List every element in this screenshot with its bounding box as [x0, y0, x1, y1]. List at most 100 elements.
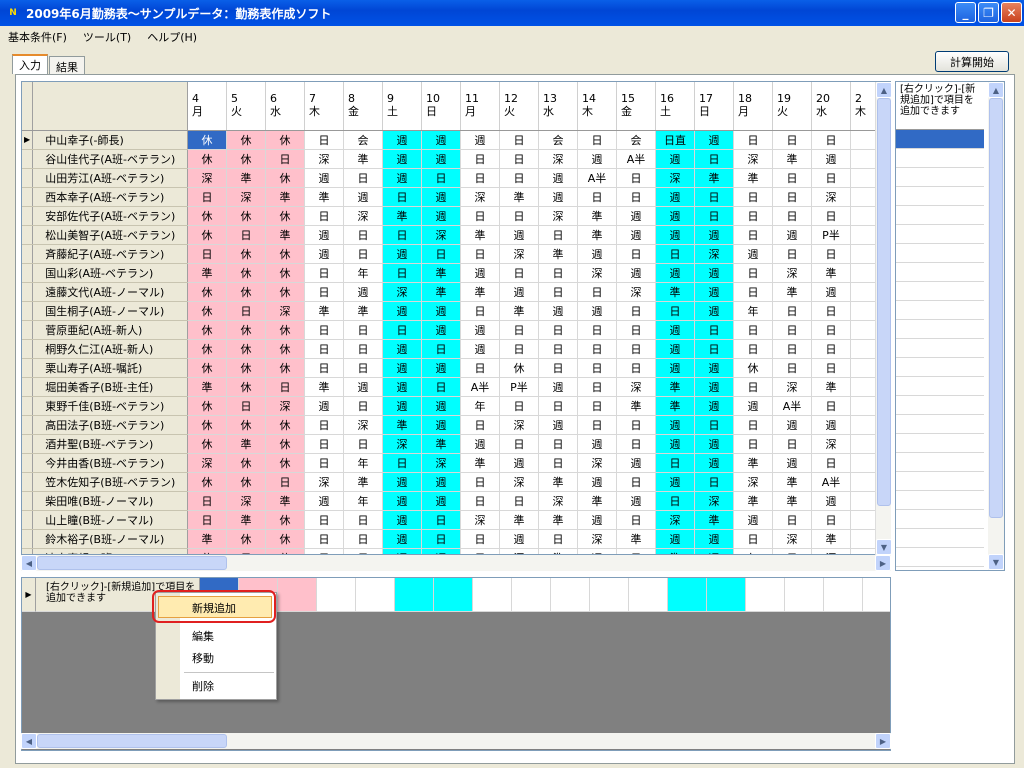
shift-cell[interactable]: 週 — [382, 149, 422, 169]
shift-cell[interactable]: 深 — [460, 187, 500, 207]
shift-cell[interactable]: 日 — [577, 320, 617, 340]
shift-cell[interactable]: 週 — [382, 491, 422, 511]
shift-cell[interactable]: 準 — [382, 415, 422, 435]
shift-cell[interactable]: 日 — [460, 206, 500, 226]
day-header[interactable]: 5火 — [226, 82, 266, 131]
shift-cell[interactable]: 週 — [733, 396, 773, 416]
table-row[interactable]: 西本幸子(A班-ベテラン) 日深準準週日週深準週日日週日日日深 — [22, 187, 890, 207]
shift-cell[interactable]: 日 — [538, 434, 578, 454]
shift-cell[interactable]: 深 — [343, 206, 383, 226]
shift-cell[interactable]: 日 — [694, 206, 734, 226]
shift-cell[interactable]: 日 — [733, 225, 773, 245]
shift-cell[interactable]: 週 — [304, 491, 344, 511]
table-row[interactable]: 酒井聖(B班-ベテラン) 休準休日日深準週日日週日週週日日深 — [22, 434, 890, 454]
shift-cell[interactable]: 週 — [421, 415, 461, 435]
shift-cell[interactable]: 日 — [343, 358, 383, 378]
shift-cell[interactable]: 日 — [577, 358, 617, 378]
shift-cell[interactable]: 深 — [772, 263, 812, 283]
shift-cell[interactable]: 休 — [226, 415, 266, 435]
shift-cell[interactable]: 日 — [772, 548, 812, 554]
shift-cell[interactable]: 休 — [733, 358, 773, 378]
shift-cell[interactable]: 準 — [304, 187, 344, 207]
shift-cell[interactable]: 週 — [499, 282, 539, 302]
scroll-up-arrow-icon[interactable]: ▲ — [876, 82, 892, 98]
shift-cell[interactable]: 日 — [733, 187, 773, 207]
day-header[interactable]: 11 月 — [460, 82, 500, 131]
shift-cell[interactable]: 日 — [499, 168, 539, 188]
scroll-thumb[interactable] — [37, 556, 227, 570]
shift-cell[interactable]: 休 — [187, 434, 227, 454]
shift-cell[interactable]: 日 — [304, 415, 344, 435]
shift-cell[interactable]: 日 — [460, 415, 500, 435]
shift-cell[interactable]: 日 — [460, 491, 500, 511]
shift-cell[interactable]: 休 — [226, 130, 266, 150]
shift-cell[interactable]: 日 — [499, 130, 539, 150]
shift-cell[interactable]: 休 — [187, 301, 227, 321]
shift-cell[interactable]: 週 — [694, 225, 734, 245]
shift-cell[interactable]: 週 — [460, 320, 500, 340]
shift-cell[interactable]: 週 — [382, 548, 422, 554]
shift-cell[interactable]: 休 — [187, 130, 227, 150]
shift-cell[interactable]: 週 — [421, 320, 461, 340]
shift-cell[interactable]: 日 — [577, 187, 617, 207]
shift-cell[interactable]: 日 — [694, 320, 734, 340]
shift-cell[interactable]: 年 — [343, 263, 383, 283]
row-selector[interactable] — [22, 339, 34, 359]
shift-cell[interactable]: 準 — [265, 225, 305, 245]
shift-cell[interactable]: 休 — [187, 149, 227, 169]
shift-cell[interactable]: 休 — [187, 225, 227, 245]
shift-cell[interactable]: 週 — [538, 415, 578, 435]
day-header[interactable]: 10 日 — [421, 82, 461, 131]
row-selector[interactable] — [22, 491, 34, 511]
shift-cell[interactable]: 日 — [382, 263, 422, 283]
shift-cell[interactable]: 日 — [616, 358, 656, 378]
shift-cell[interactable]: 週 — [304, 244, 344, 264]
shift-cell[interactable]: 週 — [694, 434, 734, 454]
shift-cell[interactable]: 週 — [577, 301, 617, 321]
shift-cell[interactable]: 休 — [187, 548, 227, 554]
shift-cell[interactable]: 週 — [460, 339, 500, 359]
shift-cell[interactable]: 週 — [733, 510, 773, 530]
table-row[interactable]: 谷山佳代子(A班-ベテラン) 休休日深準週週日日深週 A半週日深準週 — [22, 149, 890, 169]
shift-cell[interactable]: 休 — [187, 206, 227, 226]
shift-cell[interactable]: 休 — [187, 282, 227, 302]
shift-cell[interactable]: 日 — [538, 529, 578, 549]
shift-cell[interactable]: 準 — [655, 377, 695, 397]
shift-cell[interactable]: 日 — [655, 491, 695, 511]
shift-cell[interactable]: 週 — [616, 491, 656, 511]
shift-cell[interactable]: 休 — [226, 358, 266, 378]
shift-cell[interactable]: 準 — [304, 301, 344, 321]
right-grid-vertical-scrollbar[interactable]: ▲ ▼ — [988, 82, 1004, 570]
shift-cell[interactable]: 週 — [616, 206, 656, 226]
shift-cell[interactable]: 準 — [772, 491, 812, 511]
shift-cell[interactable]: 日 — [226, 301, 266, 321]
shift-cell[interactable]: 日 — [811, 244, 851, 264]
shift-cell[interactable]: 準 — [499, 187, 539, 207]
row-selector[interactable] — [22, 453, 34, 473]
shift-cell[interactable]: 日 — [577, 377, 617, 397]
table-row[interactable]: 国山彩(A班-ベテラン) 準休休日年日準週日日深週週週日深準 — [22, 263, 890, 283]
scroll-up-arrow-icon[interactable]: ▲ — [988, 82, 1004, 98]
day-header[interactable]: 15 金 — [616, 82, 656, 131]
shift-cell[interactable]: 休 — [187, 358, 227, 378]
table-row[interactable]: 鈴木裕子(B班-ノーマル) 準休休日日週日日週日深準週週日深準 — [22, 529, 890, 549]
shift-cell[interactable]: 準 — [616, 529, 656, 549]
shift-cell[interactable]: 準 — [655, 548, 695, 554]
shift-cell[interactable]: 年 — [733, 301, 773, 321]
shift-cell[interactable]: A半 — [811, 472, 851, 492]
shift-cell[interactable]: 日 — [694, 339, 734, 359]
shift-cell[interactable]: 日 — [265, 149, 305, 169]
shift-cell[interactable]: 日 — [382, 187, 422, 207]
shift-cell[interactable]: 週 — [616, 453, 656, 473]
shift-cell[interactable]: 深 — [226, 491, 266, 511]
shift-cell[interactable]: 準 — [772, 282, 812, 302]
shift-cell[interactable]: 日 — [187, 187, 227, 207]
shift-cell[interactable]: 週 — [694, 263, 734, 283]
shift-cell[interactable]: P半 — [811, 225, 851, 245]
shift-cell[interactable]: 日 — [304, 320, 344, 340]
table-row[interactable]: 高田法子(B班-ベテラン) 休休休日深準週日深週日日週日日週週 — [22, 415, 890, 435]
shift-cell[interactable]: 週 — [655, 415, 695, 435]
shift-cell[interactable]: 週 — [382, 301, 422, 321]
bottom-cell[interactable] — [512, 578, 551, 612]
shift-cell[interactable]: 週 — [499, 225, 539, 245]
